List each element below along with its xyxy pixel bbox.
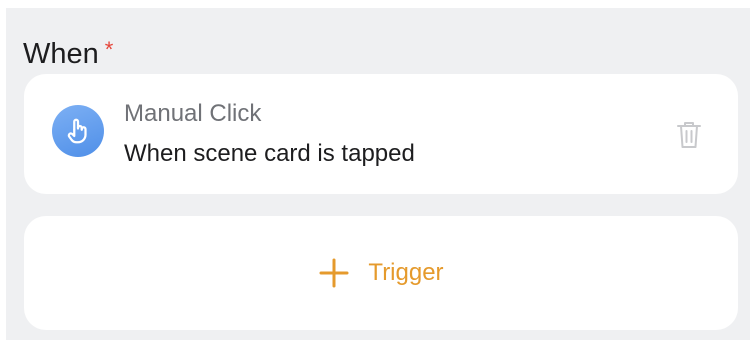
plus-icon [319,258,349,288]
trigger-description: When scene card is tapped [124,140,415,167]
hand-pointer-icon [52,105,104,157]
trash-icon[interactable] [674,118,704,152]
trigger-card[interactable]: Manual Click When scene card is tapped [24,74,738,194]
add-trigger-button[interactable]: Trigger [24,216,738,330]
section-title: When * [23,32,113,72]
when-section: When * Manual Click When scene card is ta… [6,8,750,340]
add-trigger-label: Trigger [368,259,444,286]
section-title-label: When [23,38,99,70]
trigger-type-label: Manual Click [124,100,262,127]
required-indicator: * [104,37,114,62]
add-trigger-card: Trigger [24,216,738,330]
